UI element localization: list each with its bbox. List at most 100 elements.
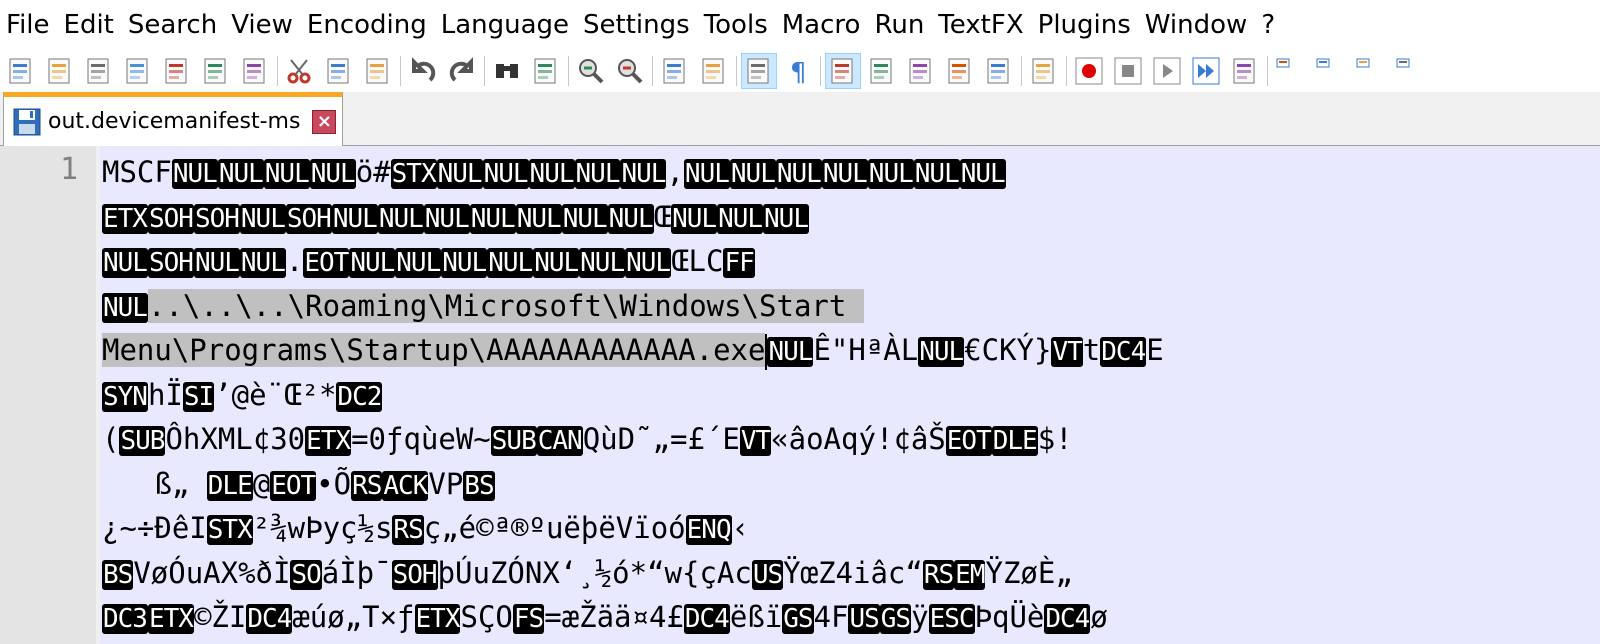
- saved-state-icon: [13, 108, 41, 135]
- text-run: VP: [428, 466, 464, 501]
- redo-icon: [447, 56, 477, 86]
- text-run: =æŽää¤4£: [544, 600, 684, 634]
- menu-window[interactable]: Window: [1138, 0, 1255, 50]
- doc-map-button[interactable]: [904, 54, 938, 88]
- control-char-badge: NUL: [913, 159, 960, 189]
- control-char-badge: NUL: [469, 203, 516, 234]
- control-char-badge: EOT: [303, 248, 350, 278]
- text-run: $!: [1037, 422, 1073, 456]
- save-all-button[interactable]: [121, 54, 155, 88]
- sync-horizontal-button[interactable]: [697, 54, 731, 88]
- control-char-badge: ETX: [305, 426, 352, 456]
- control-char-badge: ETX: [414, 604, 461, 634]
- function-list-icon: [945, 56, 975, 86]
- close-icon: ×: [316, 110, 332, 132]
- cut-button[interactable]: [283, 54, 317, 88]
- monitoring-button[interactable]: [1027, 54, 1061, 88]
- copy-button[interactable]: [322, 54, 356, 88]
- line-number-gutter: 1: [0, 146, 97, 644]
- sync-vertical-button[interactable]: [658, 54, 692, 88]
- undo-button[interactable]: [406, 54, 440, 88]
- control-char-badge: STX: [206, 515, 253, 545]
- tab-close-button[interactable]: ×: [312, 109, 337, 134]
- control-char-badge: NUL: [620, 159, 667, 189]
- plugin-a-button[interactable]: [1273, 54, 1293, 88]
- play-macro-button[interactable]: [1150, 54, 1184, 88]
- stop-macro-button[interactable]: [1111, 54, 1145, 88]
- menu-search[interactable]: Search: [121, 0, 224, 50]
- save-macro-button[interactable]: [1228, 54, 1262, 88]
- plugin-d-button[interactable]: [1393, 54, 1413, 88]
- toolbar-separator: [1066, 56, 1067, 86]
- open-file-button[interactable]: [43, 54, 77, 88]
- close-all-button[interactable]: [199, 54, 233, 88]
- text-area[interactable]: MSCFNULNULNULNULö#STXNULNULNULNULNUL,NUL…: [102, 150, 1600, 640]
- new-file-button[interactable]: [4, 54, 38, 88]
- menu-encoding[interactable]: Encoding: [300, 0, 434, 50]
- visual-line: DC3ETX©ŽIDC4æúø„T×ƒETXSÇOFS=æŽää¤4£DC4ëß…: [102, 595, 1600, 640]
- visual-line: (SUBÔhXML¢30ETX=0ƒqùeW~SUBCANQùD˜„=£´EVT…: [102, 417, 1600, 462]
- plugin-c-icon: [1355, 54, 1371, 72]
- menu-tools[interactable]: Tools: [697, 0, 775, 50]
- menu-plugins[interactable]: Plugins: [1031, 0, 1138, 50]
- menu-macro[interactable]: Macro: [775, 0, 868, 50]
- save-button[interactable]: [82, 54, 116, 88]
- find-button[interactable]: [490, 54, 524, 88]
- control-char-badge: SO: [290, 559, 322, 590]
- visual-line: BSVøÓuAX%ðÌSOáÌþ¯SOHþÚuZÓNX‘¸½ó*“w{çAcUS…: [102, 551, 1600, 596]
- indent-guide-button[interactable]: [825, 53, 861, 89]
- text-run: E: [1146, 333, 1164, 367]
- folder-workspace-button[interactable]: [982, 54, 1016, 88]
- zoom-out-button[interactable]: [613, 54, 647, 88]
- redo-button[interactable]: [445, 54, 479, 88]
- menu-edit[interactable]: Edit: [57, 0, 121, 50]
- control-char-badge: SOH: [147, 248, 194, 278]
- text-run: ‹: [731, 511, 750, 545]
- menu-bar: File Edit Search View Encoding Language Settin…: [0, 0, 1600, 50]
- text-run: t: [1082, 333, 1101, 367]
- word-wrap-button[interactable]: [741, 53, 777, 89]
- text-run: ç„é©ª®ºuëþëVïoó: [423, 511, 686, 545]
- menu-run[interactable]: Run: [867, 0, 931, 50]
- control-char-badge: NUL: [239, 248, 286, 278]
- control-char-badge: NUL: [918, 337, 965, 367]
- save-all-icon: [123, 56, 153, 86]
- menu-settings[interactable]: Settings: [576, 0, 697, 50]
- editor-pane[interactable]: 1 MSCFNULNULNULNULö#STXNULNULNULNULNUL,N…: [0, 146, 1600, 644]
- replace-button[interactable]: [529, 54, 563, 88]
- record-macro-button[interactable]: [1072, 54, 1106, 88]
- paste-button[interactable]: [361, 54, 395, 88]
- visual-line: SYNhÏSI’@è¨Œ²*DC2: [102, 373, 1600, 418]
- toolbar-separator: [400, 56, 401, 86]
- text-run: ŸœZ4iâc“: [783, 555, 923, 590]
- visual-line: ETXSOHSOHNULSOHNULNULNULNULNULNULNULŒNUL…: [102, 195, 1600, 240]
- text-run: SÇO: [460, 600, 513, 634]
- menu-textfx[interactable]: TextFX: [931, 0, 1030, 50]
- control-char-badge: NUL: [717, 203, 764, 234]
- plugin-c-button[interactable]: [1353, 54, 1373, 88]
- control-char-badge: BS: [463, 470, 495, 501]
- control-char-badge: NUL: [528, 159, 575, 189]
- copy-icon: [324, 56, 354, 86]
- close-button[interactable]: [160, 54, 194, 88]
- zoom-in-button[interactable]: [574, 54, 608, 88]
- menu-language[interactable]: Language: [434, 0, 576, 50]
- text-run: @: [252, 466, 271, 501]
- visual-line: ¿~÷ÐêISTX²¾wÞyç½sRSç„é©ª®ºuëþëVïoóENQ‹: [102, 506, 1600, 551]
- control-char-badge: NUL: [171, 159, 218, 189]
- control-char-badge: NUL: [102, 292, 148, 323]
- control-char-badge: NUL: [441, 248, 488, 278]
- udl-button[interactable]: [865, 54, 899, 88]
- function-list-button[interactable]: [943, 54, 977, 88]
- run-macro-multiple-button[interactable]: [1189, 54, 1223, 88]
- document-tab[interactable]: out.devicemanifest-ms ×: [3, 92, 343, 146]
- control-char-badge: GS: [782, 604, 814, 634]
- menu-view[interactable]: View: [224, 0, 300, 50]
- control-char-badge: NUL: [959, 159, 1006, 189]
- plugin-b-button[interactable]: [1313, 54, 1333, 88]
- menu-help[interactable]: ?: [1254, 0, 1282, 50]
- print-button[interactable]: [238, 54, 272, 88]
- control-char-badge: NUL: [767, 337, 814, 367]
- show-all-chars-button[interactable]: ¶: [781, 54, 815, 88]
- menu-file[interactable]: File: [0, 0, 57, 50]
